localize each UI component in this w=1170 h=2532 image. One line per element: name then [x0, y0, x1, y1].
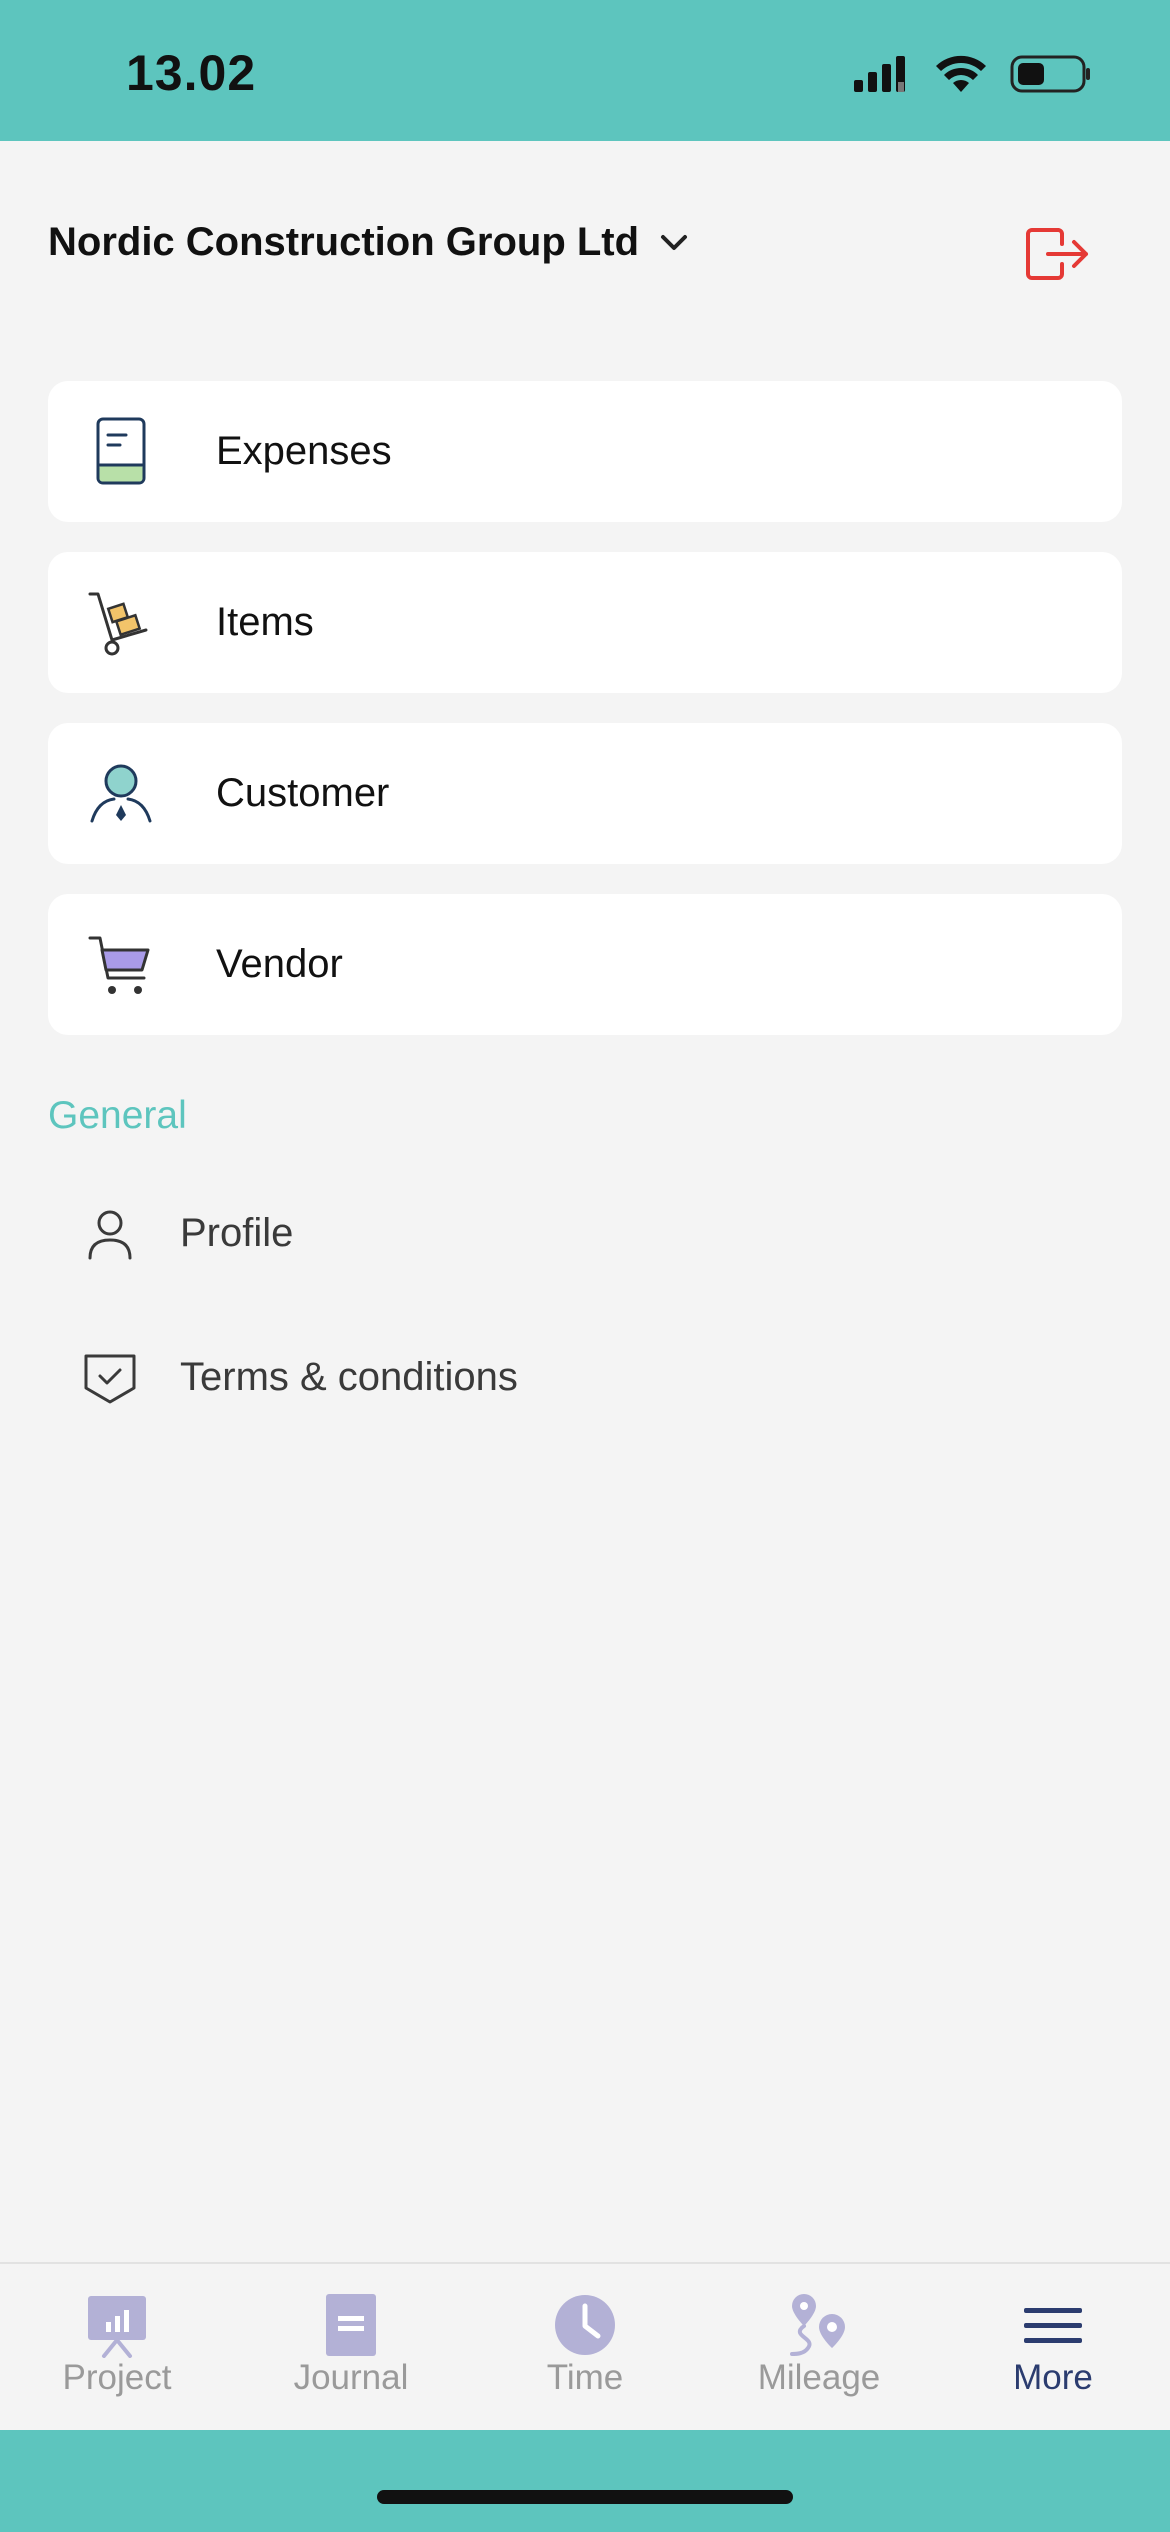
card-expenses[interactable]: Expenses — [48, 381, 1122, 522]
list-item-label: Terms & conditions — [180, 1355, 518, 1399]
card-label: Vendor — [216, 942, 343, 986]
home-indicator[interactable] — [377, 2490, 793, 2504]
journal-icon — [326, 2294, 376, 2356]
tab-journal[interactable]: Journal — [234, 2264, 468, 2430]
tab-label: Time — [546, 2358, 624, 2397]
company-row: Nordic Construction Group Ltd — [48, 220, 1122, 290]
card-label: Items — [216, 600, 314, 644]
tab-label: More — [1013, 2358, 1093, 2397]
hand-truck-icon — [88, 592, 148, 656]
card-customer[interactable]: Customer — [48, 723, 1122, 864]
status-bar: 13.02 — [0, 0, 1170, 141]
home-indicator-area — [0, 2430, 1170, 2532]
customer-icon — [90, 764, 152, 823]
tab-label: Mileage — [757, 2358, 881, 2397]
cart-icon — [88, 936, 150, 994]
tab-project[interactable]: Project — [0, 2264, 234, 2430]
person-icon — [88, 1210, 132, 1260]
list-item-profile[interactable]: Profile — [48, 1178, 1122, 1288]
status-icons — [852, 54, 1092, 94]
shield-check-icon — [84, 1354, 136, 1404]
wifi-icon — [936, 55, 986, 92]
status-time: 13.02 — [126, 45, 257, 101]
battery-icon — [1010, 55, 1090, 93]
signal-icon — [854, 56, 905, 92]
company-name: Nordic Construction Group Ltd — [48, 220, 640, 264]
receipt-icon — [96, 417, 146, 485]
menu-icon — [1024, 2308, 1082, 2343]
list-item-terms[interactable]: Terms & conditions — [48, 1322, 1122, 1432]
tab-label: Journal — [293, 2358, 409, 2397]
tab-time[interactable]: Time — [468, 2264, 702, 2430]
project-chart-icon — [88, 2296, 146, 2358]
card-label: Expenses — [216, 429, 392, 473]
logout-icon — [1026, 228, 1088, 280]
list-item-label: Profile — [180, 1211, 294, 1255]
logout-button[interactable] — [1018, 216, 1092, 290]
card-label: Customer — [216, 771, 390, 815]
card-vendor[interactable]: Vendor — [48, 894, 1122, 1035]
tab-more[interactable]: More — [936, 2264, 1170, 2430]
clock-icon — [555, 2295, 615, 2355]
tab-label: Project — [62, 2358, 172, 2397]
chevron-down-icon — [661, 234, 688, 250]
company-selector[interactable]: Nordic Construction Group Ltd — [48, 220, 691, 265]
map-pin-icon — [790, 2294, 845, 2356]
tab-mileage[interactable]: Mileage — [702, 2264, 936, 2430]
section-title-general: General — [48, 1094, 187, 1137]
card-items[interactable]: Items — [48, 552, 1122, 693]
tab-bar: Project Journal Time Mileage More — [0, 2262, 1170, 2430]
